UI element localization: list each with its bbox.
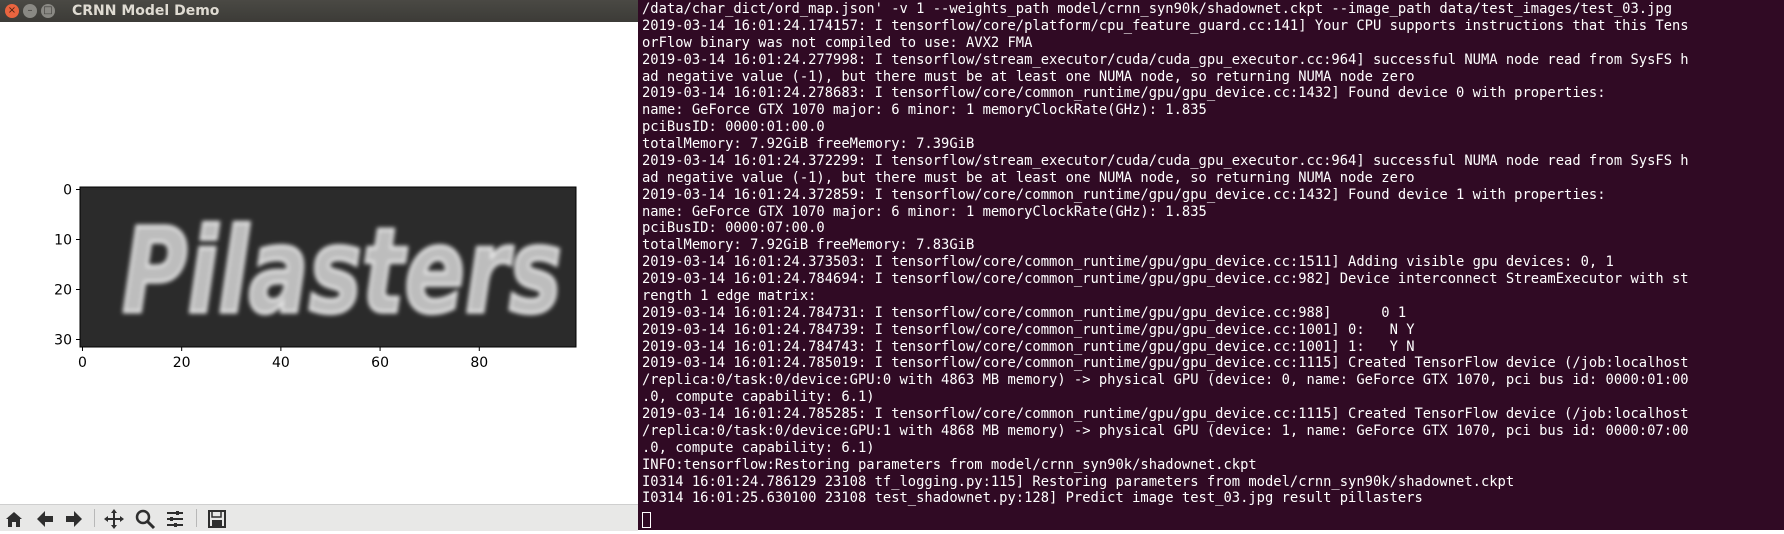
terminal-line: 2019-03-14 16:01:24.372859: I tensorflow…: [642, 186, 1606, 203]
terminal-line: 2019-03-14 16:01:24.784739: I tensorflow…: [642, 321, 1415, 338]
y-tick-label: 30: [54, 333, 72, 349]
terminal-line: .0, compute capability: 6.1): [642, 439, 875, 456]
x-axis-ticks: 0 20 40 60 80: [78, 347, 488, 371]
x-tick-label: 60: [371, 355, 389, 371]
terminal-line: .0, compute capability: 6.1): [642, 389, 875, 406]
x-tick-label: 20: [173, 355, 191, 371]
terminal-line: ad negative value (-1), but there must b…: [642, 68, 1415, 85]
window-titlebar[interactable]: × – □ CRNN Model Demo: [0, 0, 638, 22]
terminal-line: /data/char_dict/ord_map.json' -v 1 --wei…: [642, 1, 1672, 17]
terminal-line: name: GeForce GTX 1070 major: 6 minor: 1…: [642, 102, 1207, 119]
home-icon[interactable]: [3, 508, 25, 530]
plot-toolbar: [0, 504, 638, 531]
figure-canvas[interactable]: Pilasters 0 20 40 60 80 0 10 20 30: [0, 22, 638, 504]
terminal-line: 2019-03-14 16:01:24.784743: I tensorflow…: [642, 338, 1415, 355]
terminal-cursor: [642, 512, 651, 528]
minimize-window-button[interactable]: –: [23, 4, 37, 18]
terminal-line: /replica:0/task:0/device:GPU:1 with 4868…: [642, 422, 1689, 439]
maximize-window-button[interactable]: □: [41, 4, 55, 18]
terminal-line: totalMemory: 7.92GiB freeMemory: 7.83GiB: [642, 237, 975, 254]
save-icon[interactable]: [206, 508, 228, 530]
terminal-line: ad negative value (-1), but there must b…: [642, 169, 1415, 186]
terminal-line: orFlow binary was not compiled to use: A…: [642, 34, 1033, 51]
terminal-window[interactable]: /data/char_dict/ord_map.json' -v 1 --wei…: [638, 0, 1784, 530]
terminal-line: name: GeForce GTX 1070 major: 6 minor: 1…: [642, 203, 1207, 220]
x-tick-label: 80: [470, 355, 488, 371]
plot-window: × – □ CRNN Model Demo Pilasters 0 20 40 60 8…: [0, 0, 638, 531]
y-tick-label: 20: [54, 283, 72, 299]
terminal-line: totalMemory: 7.92GiB freeMemory: 7.39GiB: [642, 136, 975, 152]
figure-svg: Pilasters 0 20 40 60 80 0 10 20 30: [54, 183, 577, 371]
close-window-button[interactable]: ×: [5, 4, 19, 18]
pan-icon[interactable]: [103, 508, 125, 530]
terminal-line: 2019-03-14 16:01:24.784694: I tensorflow…: [642, 271, 1689, 287]
terminal-line: INFO:tensorflow:Restoring parameters fro…: [642, 456, 1257, 473]
x-tick-label: 40: [272, 355, 290, 371]
terminal-line: 2019-03-14 16:01:24.784731: I tensorflow…: [642, 304, 1407, 321]
forward-icon[interactable]: [63, 508, 85, 530]
zoom-icon[interactable]: [134, 508, 156, 530]
terminal-line: 2019-03-14 16:01:24.785019: I tensorflow…: [642, 355, 1689, 372]
y-axis-ticks: 0 10 20 30: [54, 183, 80, 349]
terminal-line: pciBusID: 0000:01:00.0: [642, 119, 825, 136]
y-tick-label: 10: [54, 233, 72, 249]
terminal-line: 2019-03-14 16:01:24.278683: I tensorflow…: [642, 85, 1606, 102]
terminal-line: 2019-03-14 16:01:24.277998: I tensorflow…: [642, 51, 1689, 68]
terminal-line: 2019-03-14 16:01:24.174157: I tensorflow…: [642, 17, 1689, 34]
terminal-line: I0314 16:01:24.786129 23108 tf_logging.p…: [642, 473, 1515, 490]
window-title: CRNN Model Demo: [72, 3, 220, 19]
terminal-line: rength 1 edge matrix:: [642, 287, 817, 304]
terminal-line: 2019-03-14 16:01:24.785285: I tensorflow…: [642, 406, 1689, 422]
terminal-output: /data/char_dict/ord_map.json' -v 1 --wei…: [642, 1, 1782, 507]
image-axes: Pilasters 0 20 40 60 80 0 10 20 30: [54, 183, 577, 371]
toolbar-separator: [94, 509, 95, 527]
terminal-line: pciBusID: 0000:07:00.0: [642, 220, 825, 237]
terminal-line: /replica:0/task:0/device:GPU:0 with 4863…: [642, 372, 1689, 389]
terminal-line: 2019-03-14 16:01:24.373503: I tensorflow…: [642, 254, 1614, 271]
configure-subplots-icon[interactable]: [164, 508, 186, 530]
toolbar-separator: [196, 509, 197, 527]
y-tick-label: 0: [63, 183, 72, 199]
terminal-line: 2019-03-14 16:01:24.372299: I tensorflow…: [642, 152, 1689, 169]
terminal-line: I0314 16:01:25.630100 23108 test_shadown…: [642, 490, 1423, 507]
back-icon[interactable]: [34, 508, 56, 530]
image-word: Pilasters: [122, 202, 562, 340]
x-tick-label: 0: [78, 355, 87, 371]
